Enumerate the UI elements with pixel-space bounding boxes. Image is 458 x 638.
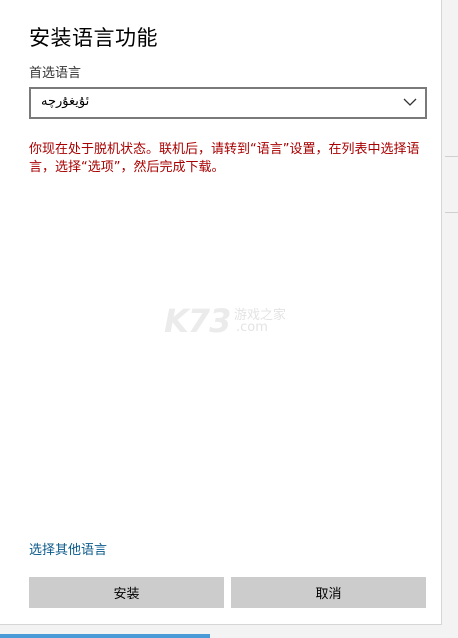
background-window-edge [441,0,458,638]
watermark-logo: K73 游戏之家 .com [164,302,304,342]
install-button[interactable]: 安装 [29,577,224,608]
dialog-title: 安装语言功能 [29,26,158,50]
language-select[interactable]: ئۇيغۇرچە [29,87,427,119]
taskbar-accent [0,634,210,638]
background-divider [445,212,458,213]
preferred-language-label: 首选语言 [29,66,82,81]
offline-notice: 你现在处于脱机状态。联机后，请转到“语言”设置，在列表中选择语言，选择“选项”，… [29,142,420,175]
watermark-domain: .com [236,320,268,335]
choose-other-language-link[interactable]: 选择其他语言 [29,539,107,558]
background-divider [445,156,458,157]
chevron-down-icon [403,98,417,106]
install-language-dialog: 安装语言功能 首选语言 ئۇيغۇرچە 你现在处于脱机状态。联机后，请转到“语… [0,0,442,625]
selected-language-value: ئۇيغۇرچە [41,94,90,109]
cancel-button[interactable]: 取消 [231,577,426,608]
watermark-brand: K73 [164,302,231,340]
